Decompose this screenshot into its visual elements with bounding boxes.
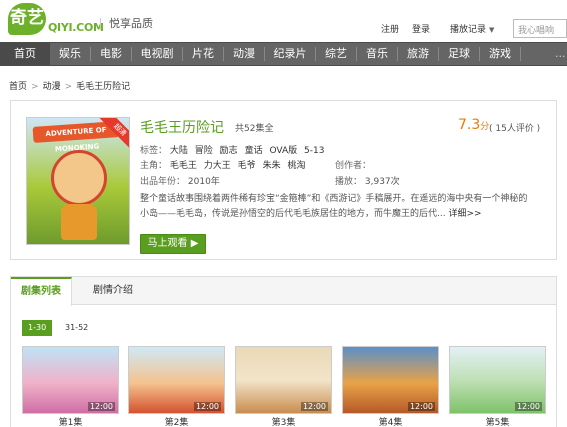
cast-link[interactable]: 力大王 xyxy=(204,161,231,171)
chevron-right-icon: > xyxy=(64,82,73,92)
nav-item-music[interactable]: 音乐 xyxy=(357,43,397,65)
plays-label: 播放： xyxy=(335,177,363,187)
episode-duration: 12:00 xyxy=(514,402,542,411)
tab-episode-list[interactable]: 剧集列表 xyxy=(11,277,72,306)
nav-item-travel[interactable]: 旅游 xyxy=(398,43,438,65)
episode-count: 共52集全 xyxy=(235,124,274,134)
chevron-down-icon: ▼ xyxy=(489,26,495,34)
show-title: 毛毛王历险记 xyxy=(140,120,224,136)
breadcrumb-current: 毛毛王历险记 xyxy=(76,82,131,92)
rating-count: ( 15人评价 ) xyxy=(489,124,541,134)
episode-title[interactable]: 第4集 xyxy=(342,415,439,427)
range-1-30[interactable]: 1-30 xyxy=(22,320,53,336)
nav-item-movies[interactable]: 电影 xyxy=(91,43,131,65)
tag-link[interactable]: 励志 xyxy=(220,146,238,156)
play-arrow-icon: ▶ xyxy=(190,238,199,249)
show-description: 整个童话故事围绕着两件稀有珍宝“金箍棒”和《西游记》手稿展开。在遥远的海中央有一… xyxy=(140,192,535,222)
nav-divider xyxy=(520,47,521,61)
range-31-52[interactable]: 31-52 xyxy=(59,320,94,336)
history-label: 播放记录 xyxy=(450,25,487,35)
poster-character-body xyxy=(61,204,97,240)
logo-mark: 奇艺 xyxy=(8,3,46,35)
site-slogan: 悦享品质 xyxy=(100,18,153,30)
tag-link[interactable]: OVA版 xyxy=(269,146,297,156)
tab-synopsis[interactable]: 剧情介绍 xyxy=(83,277,143,305)
episode-thumbnail[interactable]: 12:00 xyxy=(128,346,225,414)
nav-item-home[interactable]: 首页 xyxy=(0,43,50,65)
episode-thumbnail[interactable]: 12:00 xyxy=(342,346,439,414)
show-poster[interactable]: ADVENTURE OF MONOKING 超清 xyxy=(26,117,130,245)
logo-text: QIYI.COM xyxy=(48,21,104,34)
tag-link[interactable]: 冒险 xyxy=(195,146,213,156)
creator-row: 创作者： xyxy=(335,158,371,171)
chevron-right-icon: > xyxy=(31,82,39,92)
score-value: 7.3 xyxy=(458,117,481,133)
tags-label: 标签： xyxy=(140,146,168,156)
episode-title[interactable]: 第2集 xyxy=(128,415,225,427)
tags-row: 标签： 大陆 冒险 励志 童话 OVA版 5-13 xyxy=(140,143,328,156)
search-input[interactable]: 我心唱响 xyxy=(513,19,567,38)
nav-item-trailers[interactable]: 片花 xyxy=(183,43,223,65)
cast-link[interactable]: 朱朱 xyxy=(263,161,281,171)
cast-link[interactable]: 毛爷 xyxy=(238,161,256,171)
episode-duration: 12:00 xyxy=(87,402,115,411)
nav-item-games[interactable]: 游戏 xyxy=(480,43,520,65)
nav-item-anime[interactable]: 动漫 xyxy=(224,43,264,65)
show-score: 7.3分 xyxy=(458,117,489,133)
nav-item-football[interactable]: 足球 xyxy=(439,43,479,65)
breadcrumb-category[interactable]: 动漫 xyxy=(43,82,61,92)
episode-duration: 12:00 xyxy=(300,402,328,411)
history-menu[interactable]: 播放记录 ▼ xyxy=(450,22,494,35)
episode-thumbnail[interactable]: 12:00 xyxy=(22,346,119,414)
cast-link[interactable]: 桃淘 xyxy=(287,161,305,171)
creator-label: 创作者： xyxy=(335,161,372,171)
cast-label: 主角： xyxy=(140,161,168,171)
episode-thumbnail[interactable]: 12:00 xyxy=(235,346,332,414)
episode-thumbnail[interactable]: 12:00 xyxy=(449,346,546,414)
plays-row: 播放： 3,937次 xyxy=(335,174,400,187)
cast-row: 主角： 毛毛王 力大王 毛爷 朱朱 桃淘 xyxy=(140,158,309,171)
breadcrumb: 首页 > 动漫 > 毛毛王历险记 xyxy=(9,79,130,92)
nav-item-tv[interactable]: 电视剧 xyxy=(132,43,182,65)
episode-title[interactable]: 第3集 xyxy=(235,415,332,427)
episode-tabs: 剧集列表 剧情介绍 xyxy=(11,277,556,306)
register-link[interactable]: 注册 xyxy=(381,22,399,35)
score-unit: 分 xyxy=(480,122,490,132)
episode-title[interactable]: 第1集 xyxy=(22,415,119,427)
episode-duration: 12:00 xyxy=(193,402,221,411)
year-value: 2010年 xyxy=(187,177,220,187)
watch-now-label: 马上观看 xyxy=(147,238,188,249)
nav-more[interactable]: ... xyxy=(555,43,566,65)
plays-value: 3,937次 xyxy=(364,177,400,187)
cast-link[interactable]: 毛毛王 xyxy=(170,161,197,171)
site-logo[interactable]: 奇艺 QIYI.COM xyxy=(8,3,104,37)
episode-duration: 12:00 xyxy=(407,402,435,411)
year-row: 出品年份： 2010年 xyxy=(140,174,220,187)
tag-link[interactable]: 5-13 xyxy=(304,146,324,156)
login-link[interactable]: 登录 xyxy=(412,22,430,35)
episode-title[interactable]: 第5集 xyxy=(449,415,546,427)
nav-item-variety[interactable]: 综艺 xyxy=(316,43,356,65)
tag-link[interactable]: 大陆 xyxy=(170,146,188,156)
tag-link[interactable]: 童话 xyxy=(245,146,263,156)
poster-character-face xyxy=(51,150,107,206)
watch-now-button[interactable]: 马上观看 ▶ xyxy=(140,234,206,254)
nav-item-documentary[interactable]: 纪录片 xyxy=(265,43,315,65)
nav-item-entertainment[interactable]: 娱乐 xyxy=(50,43,90,65)
detail-link[interactable]: 详细>> xyxy=(448,209,481,219)
main-nav: 首页 娱乐 电影 电视剧 片花 动漫 纪录片 综艺 音乐 旅游 足球 游戏 ..… xyxy=(0,42,567,66)
top-bar: 奇艺 QIYI.COM 悦享品质 注册 登录 播放记录 ▼ 我心唱响 xyxy=(0,0,567,42)
breadcrumb-home[interactable]: 首页 xyxy=(9,82,27,92)
year-label: 出品年份： xyxy=(140,177,186,187)
